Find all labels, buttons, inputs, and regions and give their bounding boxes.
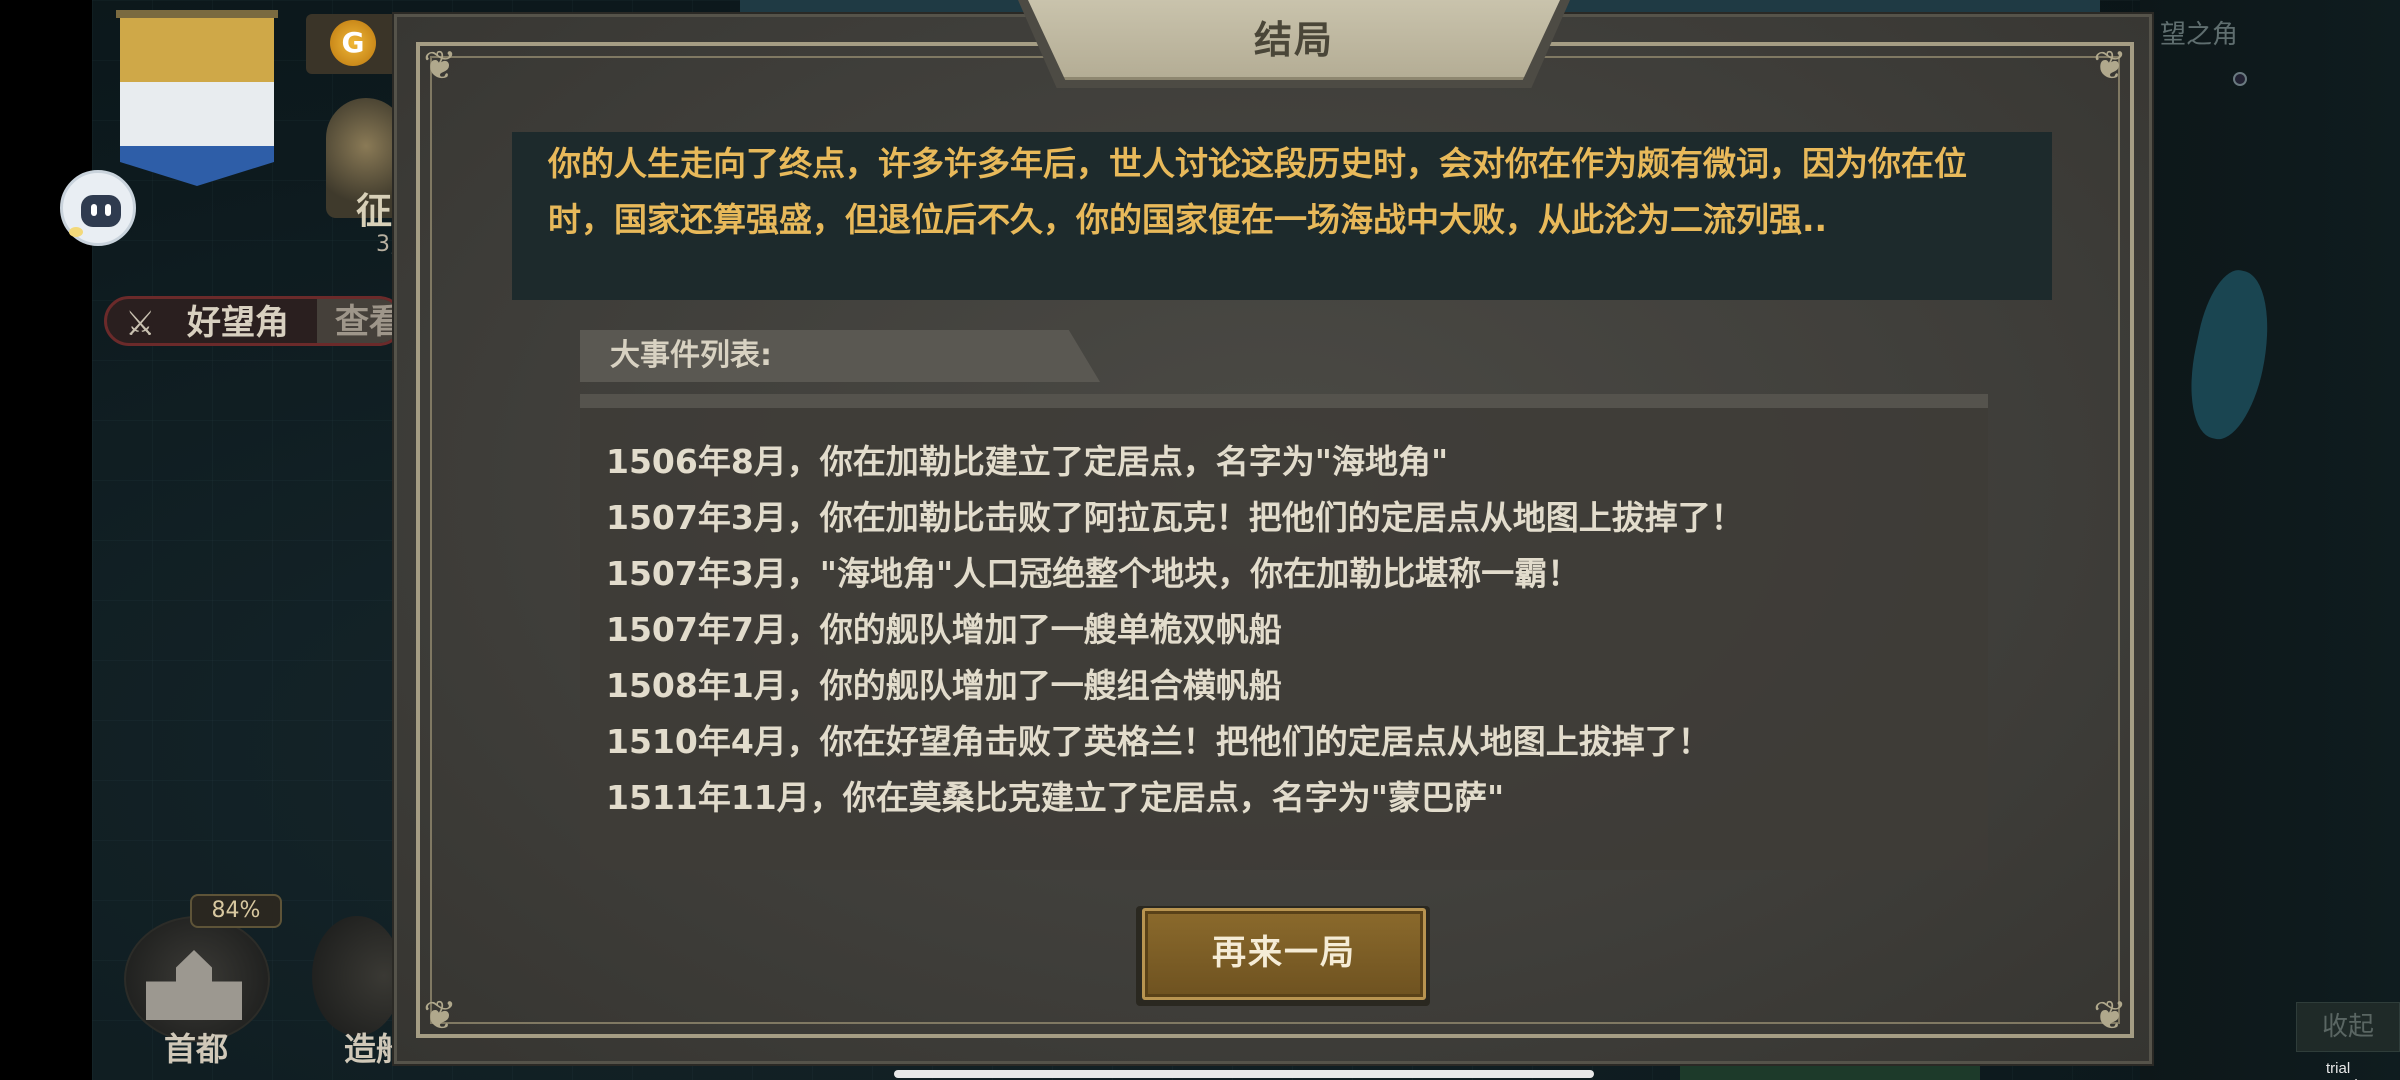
view-button[interactable]: 查看 [317, 299, 401, 343]
events-panel[interactable]: 1506年8月，你在加勒比建立了定居点，名字为"海地角" 1507年3月，你在加… [580, 394, 1988, 870]
event-item-partial [606, 408, 1966, 434]
corner-ornament-icon: ❦ [2093, 993, 2127, 1039]
robot-cheek [69, 227, 83, 237]
robot-eye [105, 204, 111, 216]
shipyard-button[interactable] [312, 916, 402, 1036]
replay-button[interactable]: 再来一局 [1142, 908, 1426, 1000]
events-list[interactable]: 1506年8月，你在加勒比建立了定居点，名字为"海地角" 1507年3月，你在加… [606, 408, 1966, 870]
event-item: 1510年4月，你在好望角击败了英格兰！把他们的定居点从地图上拔掉了！ [606, 722, 1711, 761]
event-item: 1507年3月，"海地角"人口冠绝整个地块，你在加勒比堪称一霸！ [606, 554, 1581, 593]
trial-watermark: trial version [2326, 1060, 2374, 1080]
gold-coin-icon: G [330, 20, 376, 66]
map-marker[interactable] [2233, 72, 2247, 86]
home-indicator[interactable] [894, 1070, 1594, 1078]
event-item: 1507年7月，你的舰队增加了一艘单桅双帆船 [606, 610, 1282, 649]
flag-stripe-blue [120, 146, 274, 186]
assistant-robot-icon[interactable] [60, 170, 136, 246]
ending-summary-text: 你的人生走向了终点，许多许多年后，世人讨论这段历史时，会对你在作为颇有微词，因为… [548, 144, 1967, 239]
robot-eye [91, 204, 97, 216]
event-item: 1507年3月，你在加勒比击败了阿拉瓦克！把他们的定居点从地图上拔掉了！ [606, 498, 1744, 537]
event-item: 1511年11月，你在莫桑比克建立了定居点，名字为"蒙巴萨" [606, 778, 1505, 817]
corner-ornament-icon: ❦ [2093, 43, 2127, 89]
events-header: 大事件列表: [610, 338, 772, 373]
location-name: 好望角 [187, 303, 289, 343]
collapse-button[interactable]: 收起 [2296, 1002, 2400, 1052]
flag-stripe-white [120, 82, 274, 146]
screen-edge [0, 0, 92, 1080]
event-item-partial [606, 826, 1966, 870]
flag-stripe-gold [120, 18, 274, 82]
corner-ornament-icon: ❦ [423, 993, 457, 1039]
map-region-label: 望之角 [2160, 20, 2239, 50]
nation-flag[interactable] [116, 10, 278, 220]
capital-progress-badge: 84% [190, 894, 282, 928]
map-land [2140, 0, 2400, 1080]
crossed-swords-icon: ⚔ [125, 304, 156, 344]
event-item: 1508年1月，你的舰队增加了一艘组合横帆船 [606, 666, 1282, 705]
game-screen: 望之角 G 征 3, ⚔ 好望角 查看 84% 首都 造船 收起 ❦ ❦ ❦ ❦… [0, 0, 2400, 1080]
corner-ornament-icon: ❦ [423, 43, 457, 89]
location-pill[interactable]: ⚔ 好望角 查看 [104, 296, 404, 346]
laurel-label: 征 [356, 191, 393, 232]
dialog-title: 结局 [1253, 18, 1334, 62]
event-item: 1506年8月，你在加勒比建立了定居点，名字为"海地角" [606, 442, 1449, 481]
capital-label: 首都 [164, 1030, 229, 1068]
flag-pole [116, 10, 278, 18]
robot-face [81, 195, 121, 227]
ending-summary-box: 你的人生走向了终点，许多许多年后，世人讨论这段历史时，会对你在作为颇有微词，因为… [512, 132, 2052, 300]
bottom-bar [1680, 1064, 1980, 1080]
